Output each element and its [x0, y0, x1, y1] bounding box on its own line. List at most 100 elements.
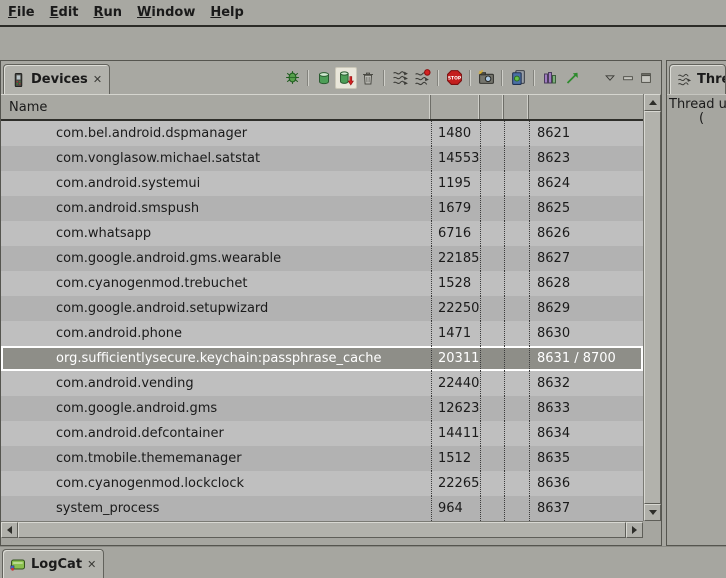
tab-logcat[interactable]: LogCat ✕ — [2, 549, 104, 578]
cell-port: 8632 — [529, 371, 643, 396]
cell-pid: 12623 — [431, 396, 480, 421]
tab-threads[interactable]: Threads — [669, 64, 726, 94]
table-header: Name — [1, 94, 643, 121]
arrow-left-icon — [7, 526, 12, 534]
cause-gc-icon[interactable] — [357, 67, 379, 89]
cell-empty-2 — [504, 221, 529, 246]
device-screen-captures-icon[interactable] — [507, 67, 529, 89]
table-row[interactable]: com.android.defcontainer 14411 8634 — [1, 421, 643, 446]
table-row[interactable]: com.cyanogenmod.lockclock 22265 8636 — [1, 471, 643, 496]
cell-empty-2 — [504, 446, 529, 471]
menu-file[interactable]: File — [8, 5, 35, 20]
hierarchy-view-icon[interactable] — [539, 67, 561, 89]
cell-pid: 1471 — [431, 321, 480, 346]
device-table-body: com.bel.android.dspmanager 1480 8621 com… — [1, 121, 643, 521]
stop-process-icon[interactable]: STOP — [443, 67, 465, 89]
scroll-down-button[interactable] — [644, 504, 661, 521]
cell-pid: 1528 — [431, 271, 480, 296]
horizontal-scroll-thumb[interactable] — [18, 522, 626, 538]
cell-empty-2 — [504, 396, 529, 421]
table-row[interactable]: com.android.smspush 1679 8625 — [1, 196, 643, 221]
column-header-port[interactable] — [529, 95, 643, 119]
vertical-scroll-thumb[interactable] — [644, 111, 661, 504]
application-window: File Edit Run Window Help Devices ✕ — [0, 0, 726, 577]
cell-port: 8626 — [529, 221, 643, 246]
scroll-up-button[interactable] — [644, 94, 661, 111]
table-row[interactable]: com.bel.android.dspmanager 1480 8621 — [1, 121, 643, 146]
table-row[interactable]: com.cyanogenmod.trebuchet 1528 8628 — [1, 271, 643, 296]
arrow-down-icon — [649, 510, 657, 515]
view-menu-icon[interactable] — [601, 69, 619, 87]
table-row[interactable]: com.android.vending 22440 8632 — [1, 371, 643, 396]
cell-port: 8629 — [529, 296, 643, 321]
cell-process-name: org.sufficientlysecure.keychain:passphra… — [1, 346, 431, 371]
start-arrow-icon[interactable] — [561, 67, 583, 89]
close-icon[interactable]: ✕ — [93, 74, 102, 85]
column-header-empty-2[interactable] — [504, 95, 529, 119]
menu-run[interactable]: Run — [94, 5, 123, 20]
device-table: Name com.bel.android.dspmanager 1480 862… — [1, 94, 661, 538]
cell-pid: 964 — [431, 496, 480, 521]
menu-help[interactable]: Help — [210, 5, 243, 20]
cell-process-name: com.android.phone — [1, 321, 431, 346]
close-icon[interactable]: ✕ — [87, 559, 96, 570]
cell-pid: 22440 — [431, 371, 480, 396]
table-row[interactable]: com.google.android.gms.wearable 22185 86… — [1, 246, 643, 271]
screen-capture-icon[interactable] — [475, 67, 497, 89]
cell-pid: 1679 — [431, 196, 480, 221]
cell-empty-2 — [504, 296, 529, 321]
scroll-right-button[interactable] — [626, 522, 643, 538]
threads-tabbar: Threads — [667, 61, 726, 95]
table-row[interactable]: com.google.android.gms 12623 8633 — [1, 396, 643, 421]
menu-window[interactable]: Window — [137, 5, 195, 20]
svg-text:STOP: STOP — [447, 75, 461, 81]
horizontal-scrollbar[interactable] — [1, 521, 643, 538]
maximize-icon[interactable] — [637, 69, 655, 87]
cell-empty-1 — [480, 471, 504, 496]
cell-process-name: com.cyanogenmod.lockclock — [1, 471, 431, 496]
update-threads-icon[interactable] — [389, 67, 411, 89]
cell-port: 8634 — [529, 421, 643, 446]
cell-port: 8635 — [529, 446, 643, 471]
table-row[interactable]: com.vonglasow.michael.satstat 14553 8623 — [1, 146, 643, 171]
cell-port: 8623 — [529, 146, 643, 171]
menu-bar: File Edit Run Window Help — [0, 0, 726, 27]
minimize-icon[interactable] — [619, 69, 637, 87]
cell-empty-2 — [504, 471, 529, 496]
table-row[interactable]: com.tmobile.thememanager 1512 8635 — [1, 446, 643, 471]
threads-message-line2: ( — [669, 112, 726, 126]
column-header-name[interactable]: Name — [1, 95, 431, 119]
cell-empty-1 — [480, 446, 504, 471]
threads-view: Threads Thread up ( — [666, 60, 726, 546]
cell-process-name: com.whatsapp — [1, 221, 431, 246]
column-header-empty-1[interactable] — [480, 95, 504, 119]
table-row[interactable]: org.sufficientlysecure.keychain:passphra… — [1, 346, 643, 371]
tab-devices[interactable]: Devices ✕ — [3, 64, 110, 94]
cell-empty-2 — [504, 171, 529, 196]
cell-empty-2 — [504, 246, 529, 271]
cell-process-name: system_process — [1, 496, 431, 521]
cell-pid: 20311 — [431, 346, 480, 371]
devices-tabbar: Devices ✕ — [1, 61, 661, 95]
table-row[interactable]: system_process 964 8637 — [1, 496, 643, 521]
scroll-left-button[interactable] — [1, 522, 18, 538]
cell-port: 8624 — [529, 171, 643, 196]
table-row[interactable]: com.android.systemui 1195 8624 — [1, 171, 643, 196]
update-heap-icon[interactable] — [313, 67, 335, 89]
dump-hprof-icon[interactable] — [335, 67, 357, 89]
cell-empty-1 — [480, 196, 504, 221]
cell-pid: 22185 — [431, 246, 480, 271]
cell-empty-1 — [480, 121, 504, 146]
cell-pid: 14553 — [431, 146, 480, 171]
cell-process-name: com.android.smspush — [1, 196, 431, 221]
table-row[interactable]: com.google.android.setupwizard 22250 862… — [1, 296, 643, 321]
menu-edit[interactable]: Edit — [50, 5, 79, 20]
table-row[interactable]: com.whatsapp 6716 8626 — [1, 221, 643, 246]
start-method-profiling-icon[interactable] — [411, 67, 433, 89]
debug-process-icon[interactable] — [281, 67, 303, 89]
empty-toolbar-strip — [0, 29, 726, 60]
vertical-scrollbar[interactable] — [643, 94, 661, 521]
table-row[interactable]: com.android.phone 1471 8630 — [1, 321, 643, 346]
tab-devices-label: Devices — [31, 72, 88, 87]
column-header-pid[interactable] — [431, 95, 480, 119]
